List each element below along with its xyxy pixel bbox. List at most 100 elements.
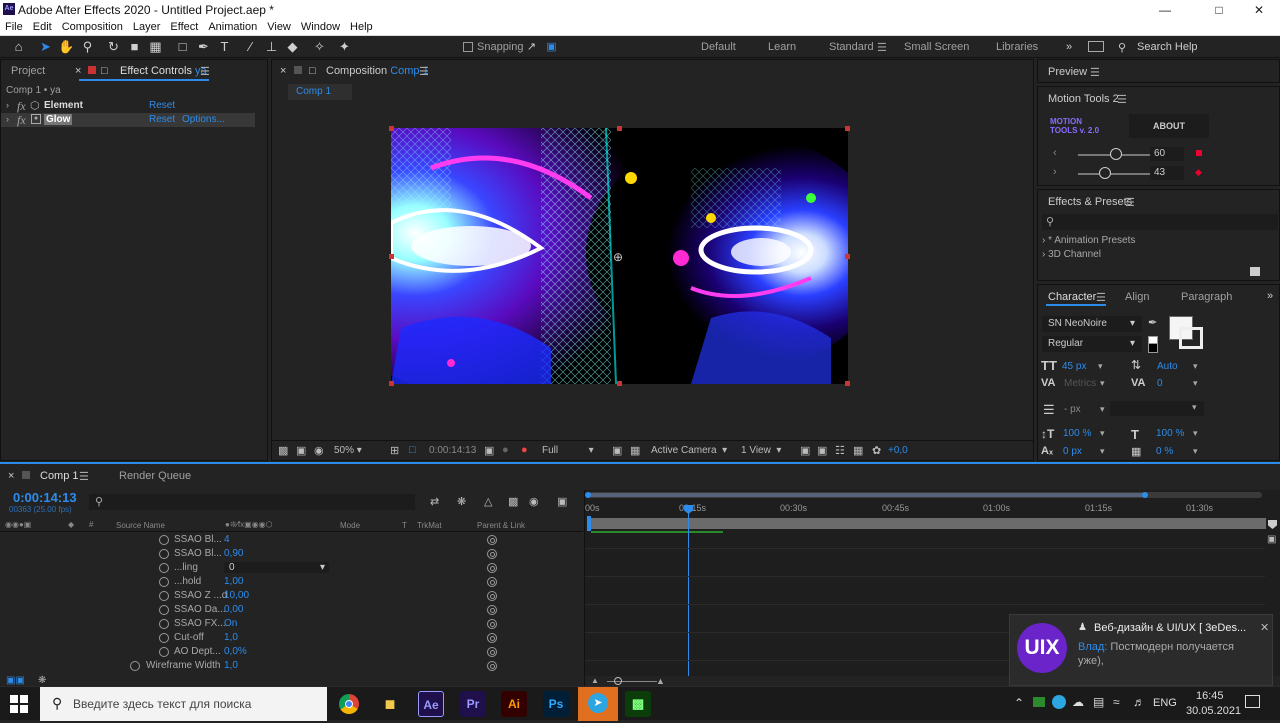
comp-button-icon[interactable]: ▣ — [1267, 534, 1276, 545]
dropdown-arrow-icon[interactable]: ▾ — [1193, 361, 1198, 372]
pick-whip-icon[interactable] — [487, 661, 497, 671]
reset-link[interactable]: Reset — [149, 114, 175, 125]
expand-arrow-icon[interactable]: › — [6, 100, 9, 110]
panel-menu-icon[interactable]: ☰ — [1096, 291, 1106, 304]
effect-row-glow[interactable]: › fx ● Glow Reset Options... — [1, 113, 255, 127]
workspace-small-screen[interactable]: Small Screen — [904, 41, 969, 53]
menu-animation[interactable]: Animation — [208, 20, 257, 35]
transform-handle[interactable] — [617, 381, 622, 386]
region-icon[interactable]: □ — [409, 444, 416, 456]
stopwatch-icon[interactable] — [159, 647, 169, 657]
property-row[interactable]: SSAO FX... On — [0, 618, 583, 632]
taskbar-illustrator[interactable]: Ai — [501, 691, 527, 717]
font-style-dropdown[interactable]: Regular ▾ — [1042, 336, 1142, 352]
workspace-libraries[interactable]: Libraries — [996, 41, 1038, 53]
zoom-in-icon[interactable]: ▲ — [656, 676, 665, 686]
camera-dropdown[interactable]: Active Camera ▾ — [651, 445, 727, 456]
windows-start-icon[interactable] — [10, 695, 28, 713]
panel-menu-icon[interactable]: ☰ — [79, 470, 89, 483]
property-row[interactable]: Wireframe Width 1,0 — [0, 660, 583, 674]
menu-composition[interactable]: Composition — [62, 20, 123, 35]
tray-cloud-icon[interactable]: ☁ — [1072, 695, 1084, 709]
camera-tool-icon[interactable]: ■ — [126, 39, 143, 55]
roto-brush-tool-icon[interactable]: ✧ — [311, 39, 328, 55]
home-icon[interactable]: ⌂ — [10, 39, 27, 55]
telegram-active-tab[interactable]: ➤ — [578, 687, 618, 721]
zoom-range-bar[interactable] — [587, 493, 1145, 497]
dropdown-arrow-icon[interactable]: ▾ — [1100, 378, 1105, 389]
dropdown-arrow-icon[interactable]: ▾ — [1193, 378, 1198, 389]
tab-close-icon[interactable]: × — [280, 65, 286, 77]
puppet-tool-icon[interactable]: ✦ — [336, 39, 353, 55]
menu-window[interactable]: Window — [301, 20, 340, 35]
dropdown-arrow-icon[interactable]: ▾ — [1193, 428, 1198, 439]
property-row[interactable]: ...hold 1,00 — [0, 576, 583, 590]
close-button[interactable]: ✕ — [1236, 0, 1280, 20]
transform-handle[interactable] — [389, 254, 394, 259]
tab-project[interactable]: Project — [11, 65, 45, 77]
taskbar-premiere[interactable]: Pr — [460, 691, 486, 717]
about-button[interactable]: ABOUT — [1129, 114, 1209, 138]
toggle-modes-icon[interactable]: ❋ — [38, 675, 46, 686]
panel-menu-icon[interactable]: ☰ — [1117, 93, 1127, 106]
dropdown-arrow-icon[interactable]: ▾ — [1100, 428, 1105, 439]
show-snapshot-icon[interactable]: ● — [502, 444, 509, 456]
zoom-slider-handle[interactable] — [614, 677, 622, 685]
stroke-type-dropdown[interactable]: ▾ — [1110, 401, 1204, 416]
preset-folder-animation[interactable]: › * Animation Presets — [1042, 235, 1135, 246]
zoom-end-handle[interactable] — [1142, 492, 1148, 498]
tab-align[interactable]: Align — [1125, 291, 1149, 303]
transform-handle[interactable] — [389, 381, 394, 386]
tab-render-queue[interactable]: Render Queue — [119, 470, 191, 482]
mode-header[interactable]: Mode — [340, 521, 360, 530]
pick-whip-icon[interactable] — [487, 577, 497, 587]
reset-link[interactable]: Reset — [149, 100, 175, 111]
presets-search-input[interactable]: ⚲ — [1042, 214, 1278, 230]
effects-presets-title[interactable]: Effects & Presets — [1048, 196, 1132, 208]
current-time-indicator[interactable] — [688, 506, 689, 678]
always-preview-icon[interactable]: ▩ — [278, 444, 288, 457]
property-row[interactable]: SSAO Z ...d 10,00 — [0, 590, 583, 604]
toggle-switches-icon[interactable]: ▣▣ — [6, 675, 25, 686]
property-row[interactable]: SSAO Da... 0,00 — [0, 604, 583, 618]
clone-stamp-tool-icon[interactable]: ⊥ — [263, 39, 280, 55]
fast-preview-icon[interactable]: ▦ — [853, 444, 863, 457]
stroke-color-swatch[interactable] — [1179, 327, 1203, 349]
pen-tool-icon[interactable]: ✒ — [195, 39, 212, 55]
eyedropper-icon[interactable]: ✒ — [1148, 316, 1157, 329]
slider-1-handle[interactable] — [1110, 148, 1122, 160]
slider-2-value[interactable]: 43 — [1150, 166, 1184, 180]
panel-menu-icon[interactable]: ☰ — [1125, 196, 1135, 209]
type-tool-icon[interactable]: T — [216, 39, 233, 55]
tab-composition[interactable]: Composition Comp 1 — [326, 65, 429, 77]
expand-arrow-icon[interactable]: › — [6, 114, 9, 124]
menu-edit[interactable]: Edit — [33, 20, 52, 35]
parent-link-header[interactable]: Parent & Link — [477, 521, 525, 530]
rectangle-tool-icon[interactable]: □ — [174, 39, 191, 55]
source-name-header[interactable]: Source Name — [116, 521, 165, 530]
effect-row-element[interactable]: › fx ⬡ Element Reset — [1, 99, 255, 113]
transform-handle[interactable] — [617, 126, 622, 131]
taskbar-after-effects[interactable]: Ae — [418, 691, 444, 717]
workspace-default[interactable]: Default — [701, 41, 736, 53]
chrome-icon[interactable] — [336, 691, 362, 717]
slider-1-value[interactable]: 60 — [1150, 147, 1184, 161]
tab-paragraph[interactable]: Paragraph — [1181, 291, 1232, 303]
fx-icon[interactable]: fx — [17, 99, 26, 114]
font-size-value[interactable]: 45 px — [1062, 361, 1086, 372]
eraser-tool-icon[interactable]: ◆ — [284, 39, 301, 55]
property-dropdown[interactable]: 0 ▾ — [224, 562, 329, 573]
comp-lock-icon[interactable]: □ — [309, 65, 316, 77]
workspace-menu-icon[interactable]: ☰ — [877, 41, 887, 54]
vertical-scale-value[interactable]: 100 % — [1063, 428, 1091, 439]
dropdown-arrow-icon[interactable]: ▾ — [1193, 446, 1198, 457]
stopwatch-icon[interactable] — [159, 535, 169, 545]
taskbar-clock-time[interactable]: 16:45 — [1196, 690, 1224, 702]
chevron-left-icon[interactable]: ‹ — [1053, 147, 1057, 159]
more-workspaces-icon[interactable]: » — [1066, 41, 1072, 53]
taskbar-clock-date[interactable]: 30.05.2021 — [1186, 705, 1241, 717]
chevron-right-icon[interactable]: › — [1053, 166, 1057, 178]
pick-whip-icon[interactable] — [487, 605, 497, 615]
current-time-display[interactable]: 0:00:14:13 — [13, 490, 77, 505]
anchor-point-icon[interactable]: ⊕ — [613, 251, 625, 263]
